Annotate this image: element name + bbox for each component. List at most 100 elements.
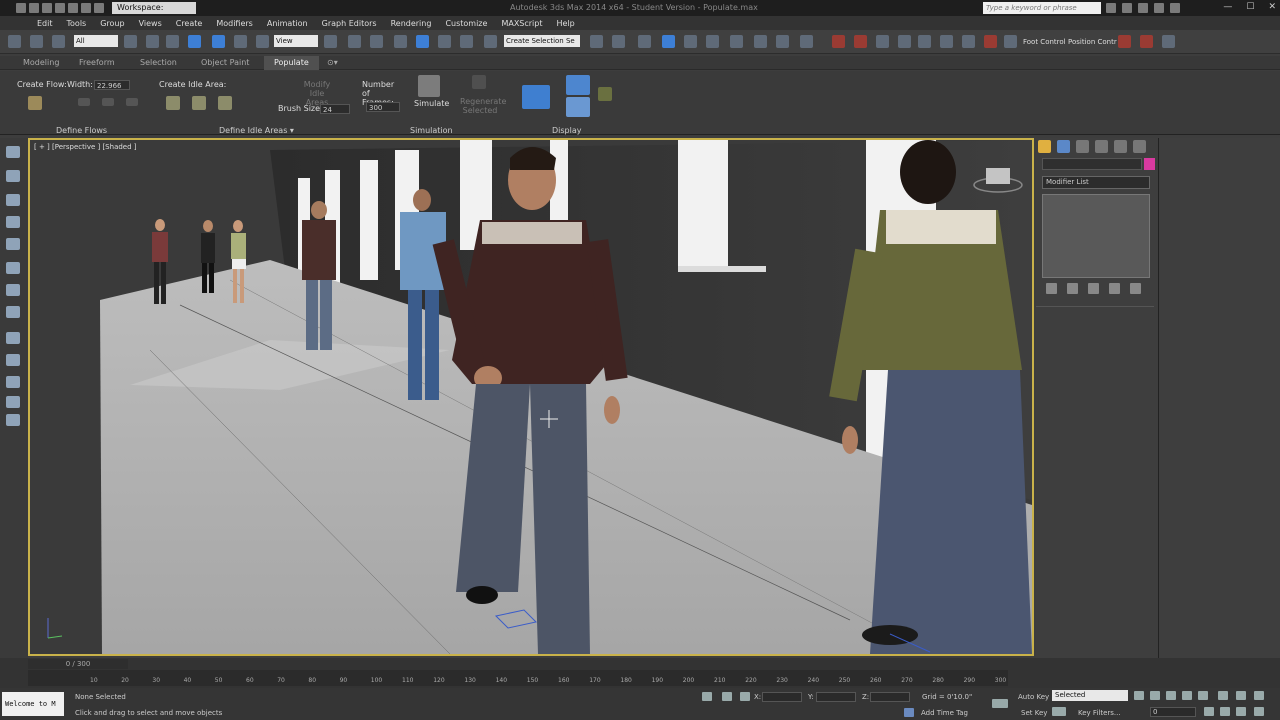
menu-edit[interactable]: Edit <box>37 19 53 28</box>
brush-size-field[interactable]: 24 <box>320 104 350 114</box>
current-frame-field[interactable]: 0 <box>1150 707 1196 717</box>
align-icon[interactable] <box>612 35 625 48</box>
character-tool-icon[interactable] <box>832 35 845 48</box>
add-flow-icon[interactable] <box>102 98 114 106</box>
menu-animation[interactable]: Animation <box>267 19 308 28</box>
unlink-icon[interactable] <box>30 35 43 48</box>
modify-idle-areas-label[interactable]: Modify Idle Areas <box>300 80 334 107</box>
orbit-icon[interactable] <box>1236 707 1246 716</box>
maximize-viewport-icon[interactable] <box>1254 707 1264 716</box>
selection-filter-dropdown[interactable]: All <box>74 35 118 47</box>
display-tab-icon[interactable] <box>1114 140 1127 153</box>
menu-rendering[interactable]: Rendering <box>391 19 432 28</box>
x-coordinate-field[interactable] <box>762 692 802 702</box>
utilities-tab-icon[interactable] <box>1133 140 1146 153</box>
isolate-selection-icon[interactable] <box>702 692 712 701</box>
perspective-viewport[interactable]: [ + ] [Perspective ] [Shaded ] <box>28 138 1034 656</box>
hierarchy-tab-icon[interactable] <box>1076 140 1089 153</box>
pin-stack-icon[interactable] <box>1046 283 1057 294</box>
bind-space-warp-icon[interactable] <box>52 35 65 48</box>
regenerate-icon[interactable] <box>472 75 486 89</box>
named-selection-dropdown[interactable]: Create Selection Se <box>504 35 580 47</box>
track-bar[interactable]: 10 20 30 40 50 60 70 80 90 100 110 120 130 140 150 160 1… <box>28 670 1008 686</box>
previous-frame-icon[interactable] <box>1150 691 1160 700</box>
go-to-end-icon[interactable] <box>1198 691 1208 700</box>
zoom-icon[interactable] <box>6 396 20 408</box>
menu-tools[interactable]: Tools <box>67 19 87 28</box>
schematic-view-icon[interactable] <box>706 35 719 48</box>
layer-manager-icon[interactable] <box>638 35 651 48</box>
zoom-all-icon[interactable] <box>1236 691 1246 700</box>
object-color-swatch[interactable] <box>1144 158 1155 170</box>
selection-lock-icon[interactable] <box>722 692 732 701</box>
width-field[interactable]: 22.966 <box>94 80 130 90</box>
mirror-icon[interactable] <box>590 35 603 48</box>
maximize-button[interactable]: ☐ <box>1246 2 1254 12</box>
time-tag-icon[interactable] <box>904 708 914 717</box>
move-all-icon[interactable] <box>1118 35 1131 48</box>
mixer-mode-icon[interactable] <box>940 35 953 48</box>
tab-populate[interactable]: Populate <box>264 56 319 70</box>
simulate-button[interactable]: Simulate <box>414 99 449 108</box>
zoom-extents-icon[interactable] <box>1218 691 1228 700</box>
field-of-view-icon[interactable] <box>1254 691 1264 700</box>
play-icon[interactable] <box>1166 691 1176 700</box>
footstep-mode-icon[interactable] <box>898 35 911 48</box>
tab-freeform[interactable]: Freeform <box>79 58 115 67</box>
regenerate-selected-button[interactable]: Regenerate Selected <box>460 97 506 115</box>
container-icon[interactable] <box>6 146 20 158</box>
menu-views[interactable]: Views <box>139 19 162 28</box>
make-unique-icon[interactable] <box>1088 283 1099 294</box>
communication-icon[interactable] <box>1138 3 1148 13</box>
menu-customize[interactable]: Customize <box>445 19 487 28</box>
flow-options-icon[interactable] <box>126 98 138 106</box>
render-production-icon[interactable] <box>800 35 813 48</box>
tab-selection[interactable]: Selection <box>140 58 177 67</box>
select-and-scale-icon[interactable] <box>256 35 269 48</box>
menu-modifiers[interactable]: Modifiers <box>216 19 253 28</box>
rendered-frame-icon[interactable] <box>776 35 789 48</box>
y-coordinate-field[interactable] <box>816 692 856 702</box>
scale-tool-icon[interactable] <box>6 414 20 426</box>
curve-editor-icon[interactable] <box>684 35 697 48</box>
percent-snap-icon[interactable] <box>438 35 451 48</box>
remove-modifier-icon[interactable] <box>1109 283 1120 294</box>
set-key-icon[interactable] <box>1052 707 1066 716</box>
reference-coordinate-dropdown[interactable]: View <box>274 35 318 47</box>
menu-graph-editors[interactable]: Graph Editors <box>322 19 377 28</box>
edit-named-selection-icon[interactable] <box>484 35 497 48</box>
pivot-center-icon[interactable] <box>324 35 337 48</box>
key-info-icon[interactable] <box>1162 35 1175 48</box>
motion-tab-icon[interactable] <box>1095 140 1108 153</box>
foot-control-label[interactable]: Foot Control <box>1023 38 1066 46</box>
display-flows-button[interactable] <box>522 85 550 109</box>
layer-icon[interactable] <box>6 306 20 318</box>
modifier-stack[interactable] <box>1042 194 1150 278</box>
binoculars-icon[interactable] <box>1106 3 1116 13</box>
subscription-icon[interactable] <box>1122 3 1132 13</box>
menu-help[interactable]: Help <box>557 19 575 28</box>
select-by-name-icon[interactable] <box>146 35 159 48</box>
time-config-icon[interactable] <box>1204 707 1214 716</box>
add-ramp-icon[interactable] <box>78 98 90 106</box>
motion-flow-icon[interactable] <box>918 35 931 48</box>
new-file-icon[interactable] <box>16 3 26 13</box>
workspace-dropdown[interactable]: Workspace: Default <box>112 2 196 24</box>
spinner-snap-icon[interactable] <box>460 35 473 48</box>
animation-layer-icon[interactable] <box>1140 35 1153 48</box>
help-icon[interactable] <box>1170 3 1180 13</box>
snaps-toggle-icon[interactable] <box>394 35 407 48</box>
viewport-label[interactable]: [ + ] [Perspective ] [Shaded ] <box>34 143 137 151</box>
display-floater-icon[interactable] <box>6 284 20 296</box>
ribbon-options-icon[interactable]: ⊙▾ <box>327 58 338 67</box>
tab-object-paint[interactable]: Object Paint <box>201 58 249 67</box>
scene-explorer-icon[interactable] <box>6 170 20 182</box>
object-properties-icon[interactable] <box>6 354 20 366</box>
ribbon-icon[interactable] <box>6 216 20 228</box>
set-key-button[interactable]: Set Key <box>1021 709 1047 717</box>
project-folder-icon[interactable] <box>94 3 104 13</box>
z-coordinate-field[interactable] <box>870 692 910 702</box>
display-people-button[interactable] <box>566 75 590 95</box>
key-mode-dropdown[interactable]: Selected <box>1052 690 1128 701</box>
rectangular-selection-icon[interactable] <box>166 35 179 48</box>
